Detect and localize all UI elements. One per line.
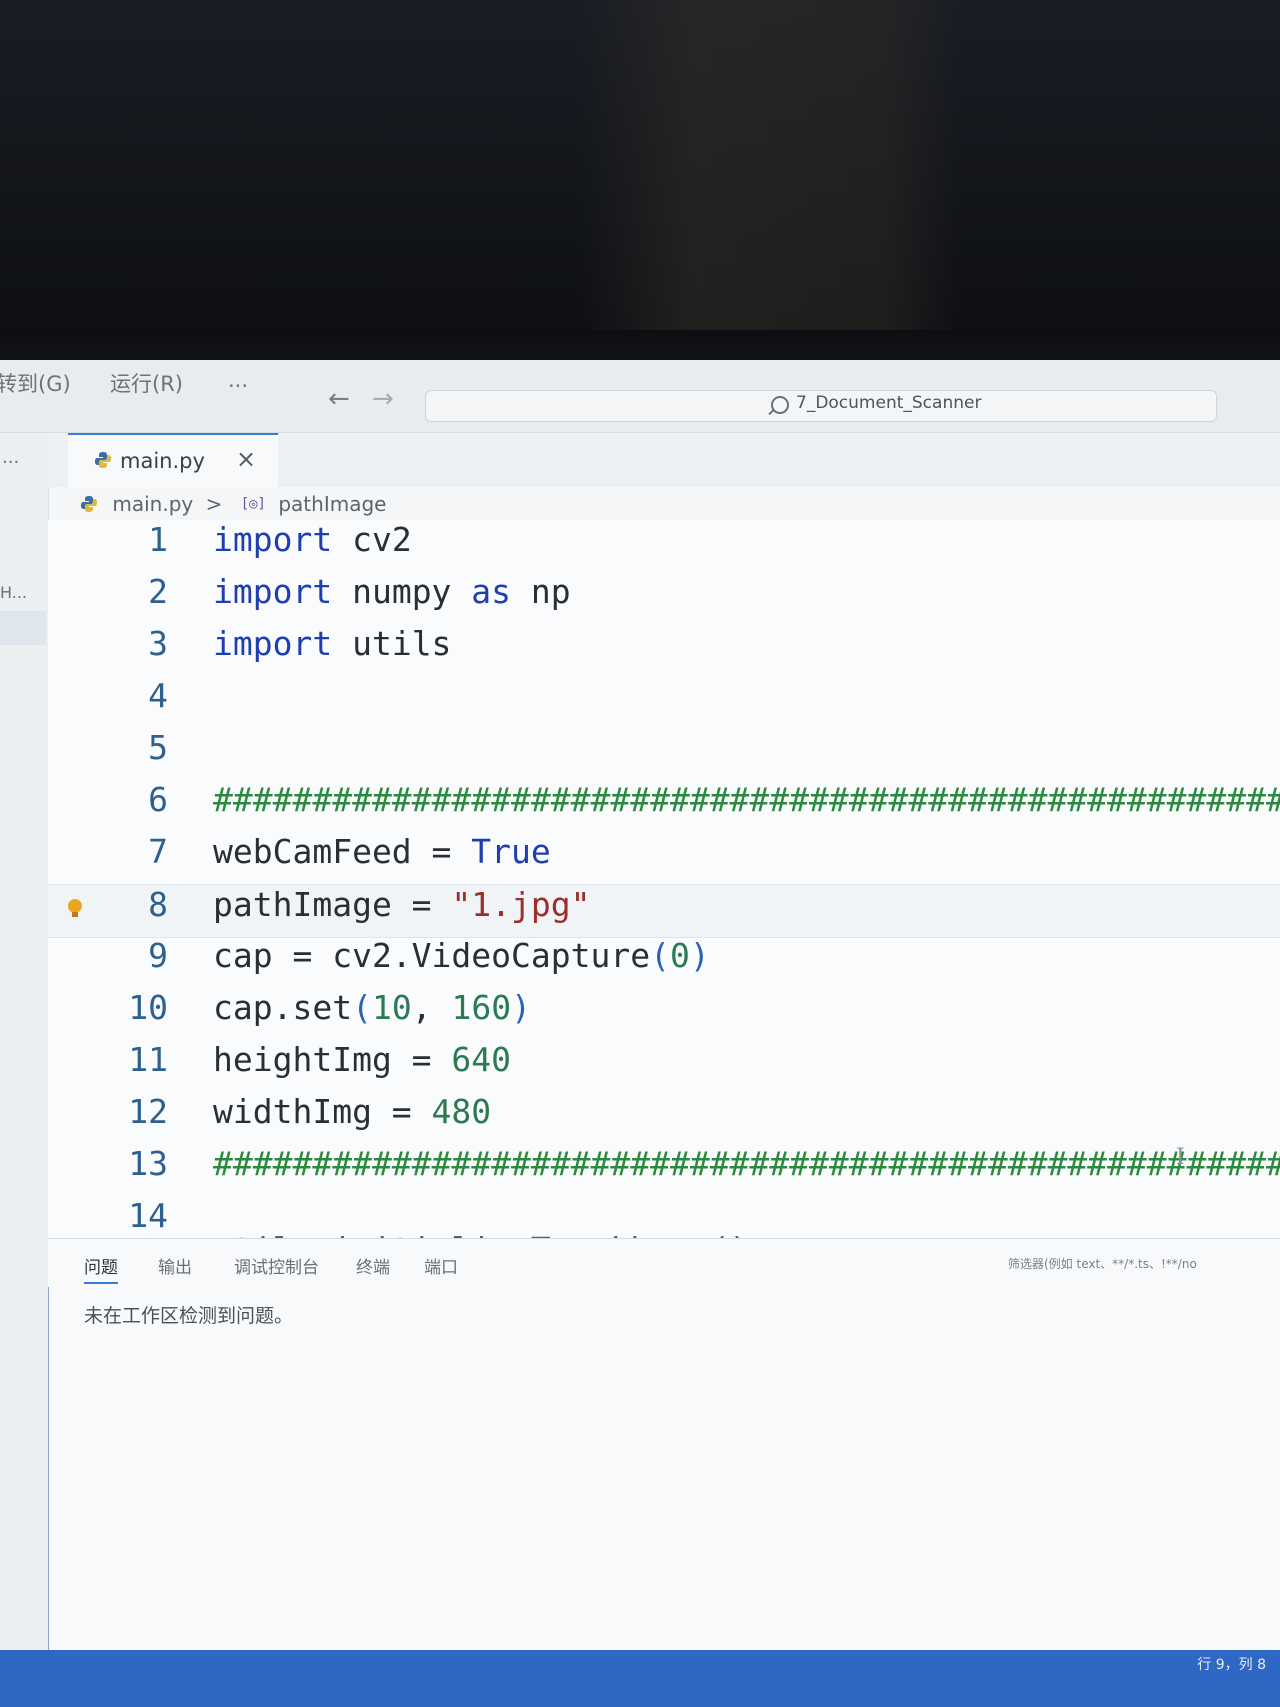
- close-icon[interactable]: ×: [236, 445, 256, 473]
- code-line: 2 import numpy as np: [48, 572, 1280, 624]
- line-number: 13: [128, 1144, 168, 1183]
- status-bar: 行 9，列 8: [0, 1650, 1280, 1707]
- line-number: 5: [148, 728, 168, 767]
- line-number: 11: [128, 1040, 168, 1079]
- line-number: 8: [148, 885, 168, 924]
- breadcrumb-separator: >: [205, 491, 223, 516]
- code-line: 5: [48, 728, 1280, 780]
- code-text: import numpy as np: [213, 572, 571, 611]
- line-number: 7: [148, 832, 168, 871]
- code-line: 3 import utils: [48, 624, 1280, 676]
- text-cursor-icon: I: [1176, 1145, 1185, 1170]
- tab-debug-console[interactable]: 调试控制台: [234, 1253, 319, 1278]
- menu-goto[interactable]: 转到(G): [0, 368, 71, 398]
- code-text: widthImg = 480: [213, 1092, 492, 1131]
- line-number: 1: [148, 520, 168, 559]
- code-text: cap.set(10, 160): [213, 988, 531, 1027]
- problems-filter-input[interactable]: 筛选器(例如 text、**/*.ts、!**/no: [1008, 1255, 1197, 1272]
- menu-run[interactable]: 运行(R): [110, 368, 183, 398]
- line-number: 6: [148, 780, 168, 819]
- code-line: 13 #####################################…: [48, 1144, 1280, 1196]
- search-icon: [771, 396, 789, 414]
- code-line: 9 cap = cv2.VideoCapture(0): [48, 936, 1280, 988]
- code-editor[interactable]: 1 import cv2 2 import numpy as np 3 impo…: [48, 520, 1280, 1269]
- code-line: 1 import cv2: [48, 520, 1280, 572]
- breadcrumb-file[interactable]: main.py: [112, 492, 193, 516]
- code-text: import utils: [213, 624, 452, 663]
- problems-list: [48, 1287, 1280, 1707]
- breadcrumb-symbol[interactable]: pathImage: [278, 492, 386, 516]
- code-line: 12 widthImg = 480: [48, 1092, 1280, 1144]
- code-text: cap = cv2.VideoCapture(0): [213, 936, 710, 975]
- code-line: 4: [48, 676, 1280, 728]
- lightbulb-icon[interactable]: [68, 899, 82, 917]
- code-line: 10 cap.set(10, 160): [48, 988, 1280, 1040]
- tab-terminal[interactable]: 终端: [356, 1253, 390, 1278]
- editor-tab-bar: main.py ×: [48, 433, 1280, 489]
- menu-more[interactable]: ...: [228, 368, 248, 392]
- sidebar-more-icon[interactable]: ...: [2, 447, 19, 468]
- vscode-window: 转到(G) 运行(R) ... ← → 7_Document_Scanner .…: [0, 360, 1280, 1707]
- sidebar-selection: [0, 611, 46, 645]
- line-number: 2: [148, 572, 168, 611]
- bottom-panel: 问题 输出 调试控制台 终端 端口 筛选器(例如 text、**/*.ts、!*…: [48, 1238, 1280, 1707]
- code-text: pathImage = "1.jpg": [213, 885, 591, 924]
- workspace-name: 7_Document_Scanner: [796, 393, 982, 413]
- code-text: heightImg = 640: [213, 1040, 512, 1079]
- sidebar-truncated-item[interactable]: H...: [0, 583, 27, 602]
- code-comment: ########################################…: [213, 1144, 1280, 1183]
- command-search-box[interactable]: 7_Document_Scanner: [425, 390, 1217, 422]
- code-text: import cv2: [213, 520, 412, 559]
- line-number: 10: [128, 988, 168, 1027]
- back-arrow-icon[interactable]: ←: [328, 384, 350, 414]
- cursor-position[interactable]: 行 9，列 8: [1197, 1654, 1266, 1674]
- line-number: 3: [148, 624, 168, 663]
- variable-symbol-icon: [◎]: [240, 495, 266, 512]
- python-file-icon: [95, 452, 111, 468]
- line-number: 4: [148, 676, 168, 715]
- tab-label: main.py: [120, 449, 205, 473]
- code-line: 7 webCamFeed = True: [48, 832, 1280, 884]
- line-number: 12: [128, 1092, 168, 1131]
- code-line: 11 heightImg = 640: [48, 1040, 1280, 1092]
- breadcrumb: main.py > [◎] pathImage: [80, 490, 386, 524]
- code-comment: ########################################…: [213, 780, 1280, 819]
- title-bar: 转到(G) 运行(R) ... ← → 7_Document_Scanner: [0, 360, 1280, 433]
- tab-ports[interactable]: 端口: [424, 1253, 458, 1278]
- line-number: 9: [148, 936, 168, 975]
- no-problems-message: 未在工作区检测到问题。: [84, 1305, 294, 1327]
- code-text: webCamFeed = True: [213, 832, 551, 871]
- tab-problems[interactable]: 问题: [84, 1253, 118, 1284]
- tab-output[interactable]: 输出: [158, 1253, 192, 1278]
- tab-main-py[interactable]: main.py ×: [68, 433, 278, 489]
- side-bar: ... H...: [0, 433, 49, 1707]
- line-number: 14: [128, 1196, 168, 1235]
- forward-arrow-icon[interactable]: →: [372, 384, 394, 414]
- code-line: 6 ######################################…: [48, 780, 1280, 832]
- current-code-line: 8 pathImage = "1.jpg": [48, 884, 1280, 938]
- python-file-icon: [81, 495, 97, 512]
